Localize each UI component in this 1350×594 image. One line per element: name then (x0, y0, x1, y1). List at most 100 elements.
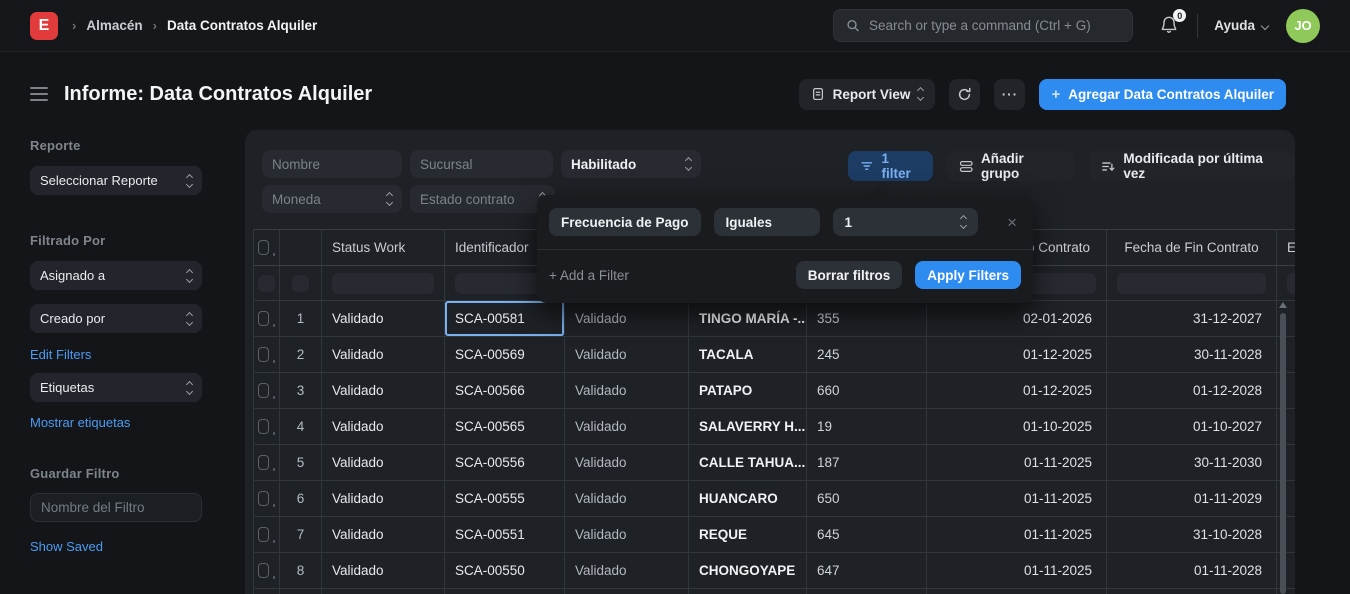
cell-identificador[interactable]: SCA-00569 (445, 337, 565, 372)
search-input[interactable] (869, 18, 1120, 33)
cell-numero[interactable]: 245 (807, 337, 927, 372)
filter-operator-select[interactable]: Iguales (714, 208, 820, 236)
created-by-select[interactable]: Creado por (30, 304, 202, 333)
row-checkbox[interactable] (258, 563, 269, 578)
cell-estado[interactable]: Validado (565, 445, 689, 480)
breadcrumb-current[interactable]: Data Contratos Alquiler (167, 18, 317, 33)
filter-value-select[interactable]: 1 (833, 208, 978, 236)
cell-status_work[interactable]: Validado (322, 481, 445, 516)
cell-status_work[interactable]: Validado (322, 589, 445, 594)
habilitado-select[interactable]: Habilitado (561, 150, 701, 178)
column-filter-input-fin[interactable] (1117, 273, 1266, 294)
cell-estado[interactable]: Validado (565, 553, 689, 588)
cell-identificador[interactable]: SCA-00550 (445, 553, 565, 588)
cell-inicio[interactable]: 02-01-2026 (927, 301, 1107, 336)
column-header-status_work[interactable]: Status Work (322, 230, 445, 265)
cell-idx[interactable]: 5 (280, 445, 322, 480)
cell-status_work[interactable]: Validado (322, 373, 445, 408)
row-checkbox[interactable] (258, 311, 269, 326)
cell-sucursal[interactable]: TINGO MARÍA -... (689, 301, 807, 336)
cell-status_work[interactable]: Validado (322, 517, 445, 552)
add-record-button[interactable]: + Agregar Data Contratos Alquiler (1039, 79, 1286, 110)
app-logo[interactable]: E (30, 12, 58, 40)
cell-estado[interactable]: Validado (565, 481, 689, 516)
vertical-scrollbar[interactable] (1280, 313, 1286, 594)
edit-filters-link[interactable]: Edit Filters (30, 347, 91, 362)
cell-identificador[interactable]: SCA-00581 (445, 301, 565, 336)
row-checkbox[interactable] (258, 455, 269, 470)
cell-numero[interactable]: 650 (807, 481, 927, 516)
cell-inicio[interactable]: 01-11-2025 (927, 445, 1107, 480)
cell-numero[interactable]: 645 (807, 517, 927, 552)
cell-idx[interactable]: 2 (280, 337, 322, 372)
scroll-up-arrow-icon[interactable] (1279, 302, 1287, 308)
breadcrumb-almacen[interactable]: Almacén (86, 18, 142, 33)
menu-button[interactable]: ··· (994, 79, 1025, 110)
remove-filter-icon[interactable]: × (1007, 214, 1021, 231)
cell-idx[interactable]: 7 (280, 517, 322, 552)
cell-fin[interactable]: 30-09-2028 (1107, 589, 1277, 594)
apply-filters-button[interactable]: Apply Filters (915, 261, 1021, 289)
tags-select[interactable]: Etiquetas (30, 373, 202, 402)
estado-contrato-select[interactable]: Estado contrato (410, 185, 555, 213)
cell-sucursal[interactable]: SALAVERRY H... (689, 409, 807, 444)
cell-estado[interactable]: Validado (565, 301, 689, 336)
cell-identificador[interactable]: SCA-00555 (445, 481, 565, 516)
cell-sucursal[interactable]: CHONGOYAPE (689, 553, 807, 588)
cell-numero[interactable]: 660 (807, 373, 927, 408)
show-tags-link[interactable]: Mostrar etiquetas (30, 415, 130, 430)
cell-identificador[interactable]: SCA-00565 (445, 409, 565, 444)
cell-sucursal[interactable]: PATAPO (689, 373, 807, 408)
filter-name-input[interactable] (30, 493, 202, 522)
row-checkbox[interactable] (258, 383, 269, 398)
clear-filters-button[interactable]: Borrar filtros (796, 261, 903, 289)
column-header-fin[interactable]: Fecha de Fin Contrato (1107, 230, 1277, 265)
cell-idx[interactable]: 3 (280, 373, 322, 408)
cell-estado[interactable]: Validado (565, 337, 689, 372)
cell-fin[interactable]: 01-12-2028 (1107, 373, 1277, 408)
notifications-button[interactable]: 0 (1159, 14, 1179, 37)
cell-sucursal[interactable]: HUAYSAN AV... (689, 589, 807, 594)
row-checkbox[interactable] (258, 347, 269, 362)
cell-fin[interactable]: 31-12-2027 (1107, 301, 1277, 336)
cell-inicio[interactable]: 01-10-2025 (927, 589, 1107, 594)
add-a-filter-link[interactable]: + Add a Filter (549, 268, 629, 283)
cell-idx[interactable]: 1 (280, 301, 322, 336)
cell-inicio[interactable]: 01-11-2025 (927, 481, 1107, 516)
cell-numero[interactable]: 232 (807, 589, 927, 594)
cell-status_work[interactable]: Validado (322, 445, 445, 480)
cell-fin[interactable]: 01-10-2027 (1107, 409, 1277, 444)
row-checkbox[interactable] (258, 419, 269, 434)
cell-status_work[interactable]: Validado (322, 553, 445, 588)
cell-idx[interactable]: 4 (280, 409, 322, 444)
cell-fin[interactable]: 31-10-2028 (1107, 517, 1277, 552)
nombre-filter-input[interactable] (262, 150, 402, 178)
cell-inicio[interactable]: 01-11-2025 (927, 553, 1107, 588)
cell-fin[interactable]: 30-11-2028 (1107, 337, 1277, 372)
cell-inicio[interactable]: 01-11-2025 (927, 517, 1107, 552)
cell-sucursal[interactable]: TACALA (689, 337, 807, 372)
cell-sucursal[interactable]: CALLE TAHUA... (689, 445, 807, 480)
show-saved-link[interactable]: Show Saved (30, 539, 103, 554)
global-search[interactable] (833, 9, 1133, 42)
cell-estado[interactable]: Validado (565, 373, 689, 408)
filter-field-select[interactable]: Frecuencia de Pago (549, 208, 701, 236)
assigned-to-select[interactable]: Asignado a (30, 261, 202, 290)
cell-idx[interactable]: 8 (280, 553, 322, 588)
column-header-extra[interactable]: E (1277, 230, 1295, 265)
column-filter-input-check[interactable] (258, 275, 275, 292)
help-menu[interactable]: Ayuda (1214, 18, 1268, 33)
refresh-button[interactable] (949, 79, 980, 110)
cell-estado[interactable]: Validado (565, 589, 689, 594)
row-checkbox[interactable] (258, 527, 269, 542)
column-filter-input-extra[interactable] (1287, 273, 1295, 294)
report-view-select[interactable]: Report View (799, 79, 936, 110)
cell-sucursal[interactable]: REQUE (689, 517, 807, 552)
cell-idx[interactable]: 6 (280, 481, 322, 516)
cell-identificador[interactable]: SCA-00551 (445, 517, 565, 552)
cell-fin[interactable]: 01-11-2029 (1107, 481, 1277, 516)
add-group-button[interactable]: Añadir grupo (947, 151, 1075, 181)
column-header-check[interactable] (254, 230, 280, 265)
cell-numero[interactable]: 355 (807, 301, 927, 336)
sidebar-toggle-icon[interactable] (30, 87, 48, 101)
